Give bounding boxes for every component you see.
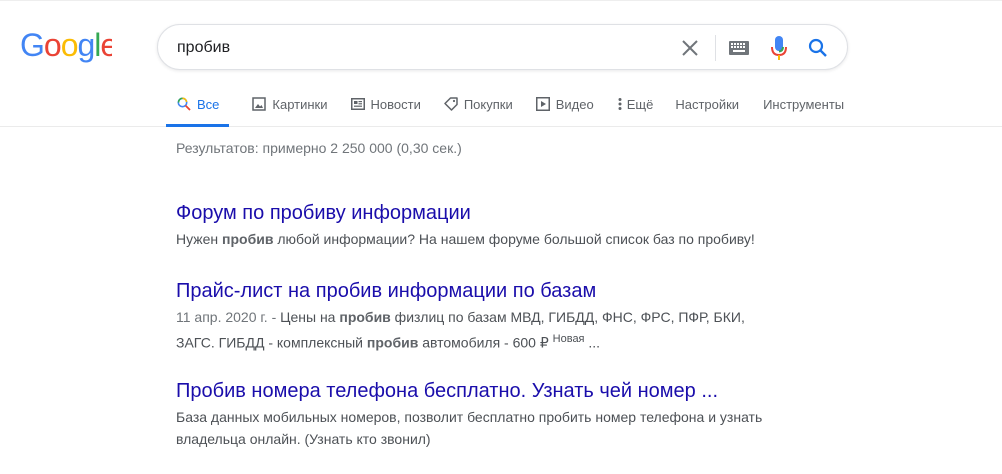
result-title-link[interactable]: Пробив номера телефона бесплатно. Узнать…: [176, 378, 776, 404]
result-snippet: 11 апр. 2020 г. - Цены на пробив физлиц …: [176, 306, 776, 354]
snippet-text: ЗАГС. ГИБДД - комплексный: [176, 334, 367, 351]
search-result: Пробив номера телефона бесплатно. Узнать…: [176, 378, 776, 450]
tab-shopping[interactable]: Покупки: [443, 82, 513, 126]
result-stats: Результатов: примерно 2 250 000 (0,30 се…: [176, 140, 462, 156]
tab-images[interactable]: Картинки: [251, 82, 328, 126]
tab-all[interactable]: Все: [166, 82, 230, 127]
tab-tools[interactable]: Инструменты: [763, 82, 844, 126]
more-vertical-icon: [616, 96, 624, 112]
microphone-icon: [771, 36, 787, 60]
search-button[interactable]: [806, 36, 830, 60]
new-badge: Новая: [552, 333, 585, 345]
result-title-link[interactable]: Форум по пробиву информации: [176, 200, 776, 226]
snippet-ellipsis: ...: [584, 334, 601, 351]
tab-label: Инструменты: [763, 96, 845, 112]
result-date: 11 апр. 2020 г. -: [176, 309, 281, 325]
snippet-text: База данных мобильных номеров, позволит …: [176, 409, 763, 425]
keyboard-button[interactable]: [728, 38, 750, 58]
news-icon: [350, 96, 366, 112]
image-icon: [251, 96, 267, 112]
search-result: Прайс-лист на пробив информации по базам…: [176, 278, 776, 354]
search-box: [157, 24, 848, 70]
header: Google пробив Все Картинки Новости Покуп…: [0, 0, 1002, 127]
snippet-text: любой информации? На нашем форуме большо…: [273, 231, 755, 247]
search-icon: [808, 38, 827, 57]
tab-label: Картинки: [272, 96, 328, 112]
tab-video[interactable]: Видео: [535, 82, 594, 126]
google-logo[interactable]: Google: [20, 28, 112, 64]
play-icon: [535, 96, 551, 112]
search-result: Форум по пробиву информации Нужен пробив…: [176, 200, 776, 250]
snippet-text: Цены на: [280, 309, 340, 325]
tab-label: Настройки: [675, 96, 740, 112]
result-snippet: База данных мобильных номеров, позволит …: [176, 406, 776, 450]
snippet-text: Нужен: [176, 231, 223, 247]
clear-button[interactable]: [678, 36, 702, 60]
snippet-text: автомобиля - 600 ₽: [418, 334, 553, 351]
tab-label: Видео: [555, 96, 594, 112]
tag-icon: [443, 96, 459, 112]
snippet-highlight: пробив: [222, 231, 274, 247]
tab-label: Все: [197, 96, 220, 112]
svg-text:Google: Google: [20, 28, 112, 63]
snippet-highlight: пробив: [366, 334, 419, 351]
tab-news[interactable]: Новости: [350, 82, 421, 126]
result-snippet: Нужен пробив любой информации? На нашем …: [176, 228, 776, 250]
close-icon: [682, 40, 698, 56]
search-icon: [176, 96, 192, 112]
voice-search-button[interactable]: [768, 35, 790, 61]
tab-settings[interactable]: Настройки: [675, 82, 739, 126]
snippet-text: владельца онлайн. (Узнать кто звонил): [176, 431, 431, 447]
tab-label: Ещё: [626, 96, 654, 112]
search-divider: [715, 35, 716, 61]
result-title-link[interactable]: Прайс-лист на пробив информации по базам: [176, 278, 776, 304]
tab-more[interactable]: Ещё: [616, 82, 654, 126]
tab-label: Новости: [370, 96, 421, 112]
tab-label: Покупки: [463, 96, 513, 112]
keyboard-icon: [729, 41, 749, 55]
snippet-highlight: пробив: [339, 309, 391, 325]
search-input[interactable]: [177, 36, 657, 60]
snippet-text: физлиц по базам МВД, ГИБДД, ФНС, ФРС, ПФ…: [390, 309, 745, 325]
search-tabs: Все Картинки Новости Покупки Видео Ещё Н…: [166, 82, 866, 127]
